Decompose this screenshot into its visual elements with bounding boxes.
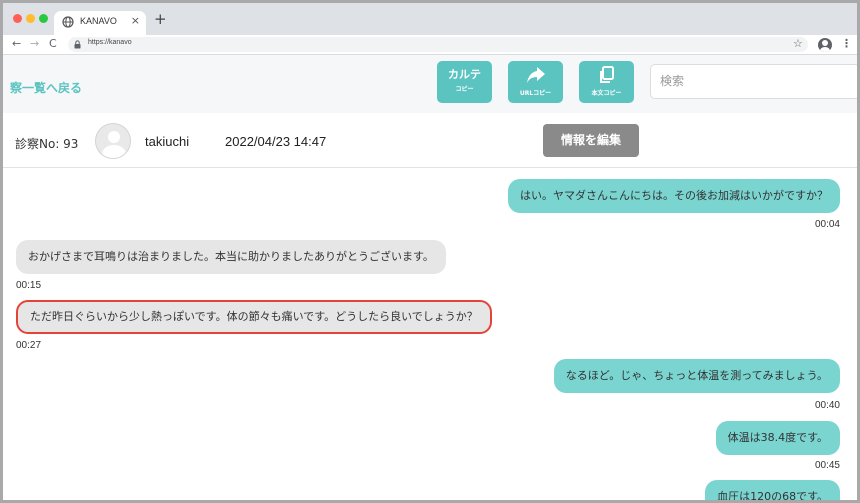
consultation-info-bar: 診察No: 93 takiuchi 2022/04/23 14:47 情報を編集 — [3, 113, 857, 168]
browser-tab[interactable]: KANAVO × — [54, 11, 146, 35]
tab-title: KANAVO — [80, 16, 117, 26]
browser-window: KANAVO × + ← → C https://kanavo ☆ ⋮ 察一覧へ… — [0, 0, 860, 503]
browser-menu-icon[interactable]: ⋮ — [841, 37, 852, 50]
close-window-icon[interactable] — [13, 14, 22, 23]
share-arrow-icon — [526, 67, 545, 83]
app-header: 察一覧へ戻る カルテ コピー URLコピー 本文コピー — [3, 55, 857, 113]
new-tab-icon[interactable]: + — [154, 11, 167, 27]
browser-tab-bar: KANAVO × + — [3, 3, 857, 35]
browser-toolbar: ← → C https://kanavo ☆ ⋮ — [3, 35, 857, 55]
tab-close-icon[interactable]: × — [131, 14, 140, 27]
profile-avatar-icon[interactable] — [818, 38, 832, 52]
chart-copy-label: カルテ — [448, 68, 481, 81]
search-field[interactable] — [650, 64, 857, 99]
user-name: takiuchi — [145, 134, 190, 149]
message-time: 00:04 — [814, 219, 840, 230]
back-to-list-link[interactable]: 察一覧へ戻る — [10, 79, 82, 96]
copy-icon — [599, 66, 614, 83]
back-arrow-icon[interactable]: ← — [12, 37, 21, 51]
globe-icon — [62, 16, 74, 28]
minimize-window-icon[interactable] — [26, 14, 35, 23]
doctor-message-bubble: なるほど。じゃ、ちょっと体温を測ってみましょう。 — [553, 359, 840, 393]
doctor-message-bubble: 体温は38.4度です。 — [715, 421, 840, 455]
forward-arrow-icon[interactable]: → — [30, 37, 39, 51]
message-time: 00:40 — [814, 400, 840, 411]
text-copy-button[interactable]: 本文コピー — [579, 61, 634, 103]
consultation-number: 診察No: 93 — [15, 137, 79, 151]
user-avatar — [95, 123, 131, 159]
url-copy-button[interactable]: URLコピー — [508, 61, 563, 103]
consultation-datetime: 2022/04/23 14:47 — [225, 134, 327, 149]
reload-icon[interactable]: C — [49, 37, 57, 51]
url-text: https://kanavo — [88, 39, 132, 46]
maximize-window-icon[interactable] — [39, 14, 48, 23]
message-time: 00:27 — [16, 340, 42, 351]
text-copy-label: 本文コピー — [591, 90, 622, 97]
address-bar[interactable]: https://kanavo — [68, 37, 808, 52]
message-time: 00:45 — [814, 460, 840, 471]
highlighted-patient-message-bubble: ただ昨日ぐらいから少し熱っぽいです。体の節々も痛いです。どうしたら良いでしょうか… — [16, 300, 492, 334]
doctor-message-bubble: 血圧は120の68です。 — [705, 480, 840, 500]
edit-info-button[interactable]: 情報を編集 — [543, 124, 639, 157]
search-input[interactable] — [660, 74, 850, 88]
bookmark-star-icon[interactable]: ☆ — [793, 37, 803, 50]
chart-copy-sublabel: コピー — [455, 86, 474, 93]
lock-icon — [74, 40, 81, 49]
doctor-message-bubble: はい。ヤマダさんこんにちは。その後お加減はいかがですか？ — [508, 179, 840, 213]
url-copy-label: URLコピー — [519, 90, 552, 97]
chat-transcript[interactable]: はい。ヤマダさんこんにちは。その後お加減はいかがですか？ 00:04 おかげさま… — [3, 169, 857, 500]
chart-copy-button[interactable]: カルテ コピー — [437, 61, 492, 103]
patient-message-bubble: おかげさまで耳鳴りは治まりました。本当に助かりましたありがとうございます。 — [16, 240, 446, 274]
message-time: 00:15 — [16, 280, 42, 291]
